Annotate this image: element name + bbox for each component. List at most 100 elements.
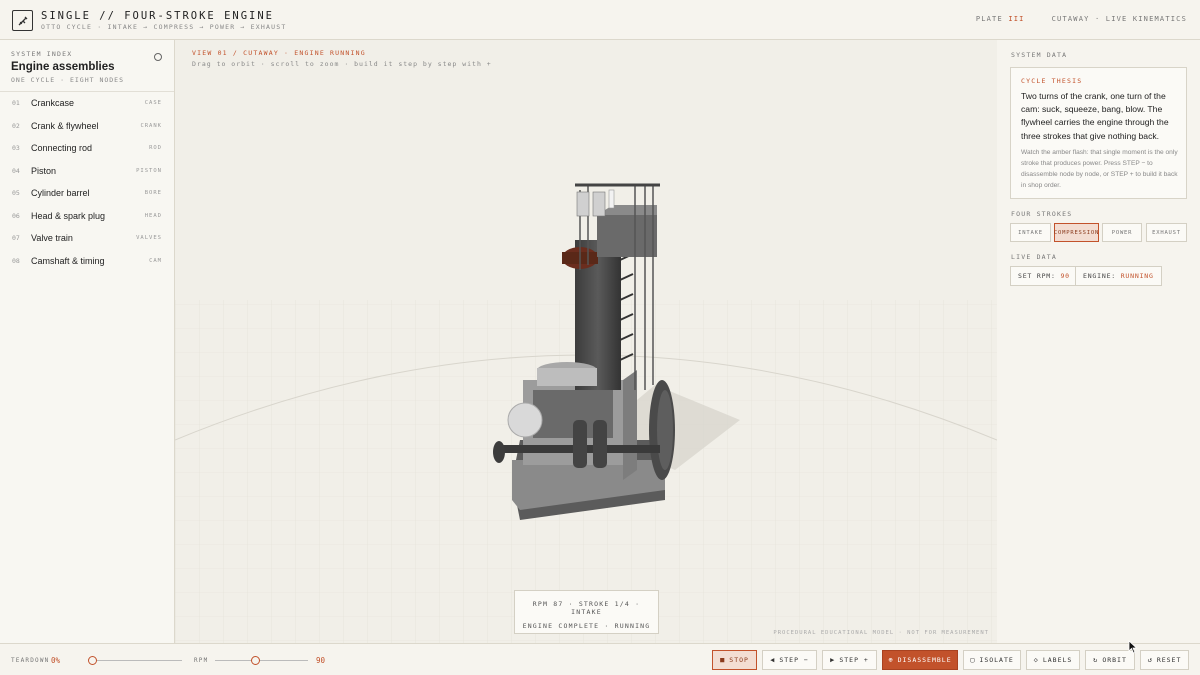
isolate-icon: ▢ bbox=[970, 656, 976, 664]
set-rpm-readout: SET RPM: 90 bbox=[1010, 266, 1078, 286]
item-name: Cylinder barrel bbox=[31, 188, 90, 198]
stop-icon: ■ bbox=[720, 656, 726, 664]
thesis-note: Watch the amber flash: that single momen… bbox=[1021, 149, 1178, 189]
stroke-power-button[interactable]: POWER bbox=[1102, 223, 1142, 242]
teardown-slider-thumb[interactable] bbox=[88, 656, 97, 665]
engine-state-value: RUNNING bbox=[1120, 272, 1154, 280]
item-tag: ROD bbox=[149, 145, 162, 151]
clock-icon[interactable] bbox=[154, 53, 162, 61]
disassemble-button[interactable]: ⊕ DISASSEMBLE bbox=[882, 650, 958, 670]
item-name: Crank & flywheel bbox=[31, 120, 99, 131]
status-readout: RPM 87 · STROKE 1/4 · INTAKE ENGINE COMP… bbox=[514, 590, 659, 634]
isolate-label: ISOLATE bbox=[979, 656, 1014, 664]
sidebar-title: Engine assemblies bbox=[11, 61, 115, 73]
sidebar-item-crank-flywheel[interactable]: 02 Crank & flywheel CRANK bbox=[0, 115, 174, 138]
app-logo-icon bbox=[12, 10, 33, 31]
sidebar-item-valve-train[interactable]: 07 Valve train VALVES bbox=[0, 227, 174, 250]
rpm-slider-thumb[interactable] bbox=[250, 656, 260, 665]
view-hint: Drag to orbit · scroll to zoom · build i… bbox=[192, 60, 492, 68]
sidebar-label: SYSTEM INDEX bbox=[11, 50, 73, 58]
teardown-slider-track[interactable] bbox=[92, 660, 182, 661]
sidebar-subtitle: ONE CYCLE · EIGHT NODES bbox=[11, 76, 125, 84]
labels-button[interactable]: ◇ LABELS bbox=[1026, 650, 1080, 670]
item-number: 06 bbox=[12, 211, 20, 220]
rpm-label: RPM bbox=[194, 657, 209, 664]
sidebar-item-connecting-rod[interactable]: 03 Connecting rod ROD bbox=[0, 137, 174, 160]
engine-state-label: ENGINE: bbox=[1083, 272, 1116, 280]
piston-skirt bbox=[537, 368, 597, 386]
crank-web bbox=[573, 420, 587, 468]
reset-button[interactable]: ↺ RESET bbox=[1140, 650, 1189, 670]
engine-3d-scene[interactable] bbox=[175, 40, 997, 643]
view-title: VIEW 01 / CUTAWAY · ENGINE RUNNING bbox=[192, 49, 366, 57]
assembly-list: 01 Crankcase CASE 02 Crank & flywheel CRANK … bbox=[0, 91, 174, 272]
view-mode: CUTAWAY · LIVE KINEMATICS bbox=[1051, 15, 1187, 23]
step-forward-label: STEP + bbox=[839, 656, 869, 664]
stop-label: STOP bbox=[729, 656, 749, 664]
teardown-value: 0% bbox=[51, 656, 61, 665]
rpm-slider-track[interactable] bbox=[215, 660, 308, 661]
cylinder-head bbox=[597, 215, 657, 257]
rpm-value: 90 bbox=[316, 656, 326, 665]
live-data-label: LIVE DATA bbox=[1011, 253, 1058, 261]
item-number: 02 bbox=[12, 121, 20, 130]
item-tag: VALVES bbox=[136, 235, 162, 241]
stop-button[interactable]: ■ STOP bbox=[712, 650, 757, 670]
item-tag: BORE bbox=[144, 190, 162, 196]
spark-plug bbox=[608, 189, 615, 209]
reset-label: RESET bbox=[1156, 656, 1182, 664]
stroke-compression-button[interactable]: COMPRESSION bbox=[1054, 223, 1099, 242]
flywheel-face bbox=[657, 390, 673, 470]
item-name: Piston bbox=[31, 165, 57, 176]
plate-info: PLATE III CUTAWAY · LIVE KINEMATICS bbox=[976, 15, 1187, 23]
crank-web-2 bbox=[593, 420, 607, 468]
item-tag: HEAD bbox=[144, 212, 162, 219]
reset-icon: ↺ bbox=[1147, 656, 1153, 664]
item-number: 08 bbox=[12, 256, 20, 265]
sidebar-item-piston[interactable]: 04 Piston PISTON bbox=[0, 160, 174, 183]
item-tag: CASE bbox=[144, 100, 162, 106]
crank-pulley bbox=[493, 441, 505, 463]
plate-label: PLATE bbox=[975, 15, 1003, 23]
timing-gear bbox=[507, 402, 543, 438]
step-forward-icon: ▶ bbox=[830, 656, 836, 664]
status-line-rpm: RPM 87 · STROKE 1/4 · INTAKE bbox=[532, 600, 641, 616]
step-back-button[interactable]: ◀ STEP − bbox=[762, 650, 817, 670]
disclaimer-note: PROCEDURAL EDUCATIONAL MODEL · NOT FOR M… bbox=[773, 630, 989, 636]
item-name: Connecting rod bbox=[31, 143, 93, 153]
labels-label: LABELS bbox=[1042, 656, 1073, 664]
item-name: Camshaft & timing bbox=[31, 255, 105, 266]
thesis-text: Two turns of the crank, one turn of the … bbox=[1021, 91, 1169, 141]
status-line-engine: ENGINE COMPLETE · RUNNING bbox=[522, 622, 651, 630]
control-bar: TEARDOWN 0% RPM 90 ■ STOP ◀ STEP − ▶ STEP +… bbox=[0, 643, 1200, 675]
item-number: 03 bbox=[12, 144, 20, 152]
disassemble-icon: ⊕ bbox=[888, 656, 894, 664]
step-back-label: STEP − bbox=[779, 656, 809, 664]
set-rpm-label: SET RPM: bbox=[1018, 272, 1056, 280]
mouse-cursor-icon bbox=[1128, 640, 1138, 654]
sidebar-item-head-spark-plug[interactable]: 06 Head & spark plug HEAD bbox=[0, 205, 174, 228]
top-bar: SINGLE // FOUR-STROKE ENGINE OTTO CYCLE … bbox=[0, 0, 1200, 40]
item-number: 05 bbox=[12, 189, 20, 197]
isolate-button[interactable]: ▢ ISOLATE bbox=[963, 650, 1021, 670]
item-name: Head & spark plug bbox=[31, 210, 106, 221]
item-tag: PISTON bbox=[136, 167, 162, 174]
stroke-exhaust-button[interactable]: EXHAUST bbox=[1146, 223, 1187, 242]
sidebar-item-cylinder-barrel[interactable]: 05 Cylinder barrel BORE bbox=[0, 182, 174, 205]
item-name: Crankcase bbox=[31, 98, 75, 108]
stroke-intake-button[interactable]: INTAKE bbox=[1010, 223, 1051, 242]
teardown-label: TEARDOWN bbox=[11, 657, 50, 664]
disassemble-label: DISASSEMBLE bbox=[897, 656, 952, 664]
set-rpm-value: 90 bbox=[1060, 272, 1070, 280]
3d-viewport[interactable]: VIEW 01 / CUTAWAY · ENGINE RUNNING Drag … bbox=[175, 40, 997, 643]
thesis-label: CYCLE THESIS bbox=[1021, 77, 1083, 85]
step-forward-button[interactable]: ▶ STEP + bbox=[822, 650, 877, 670]
sidebar-item-crankcase[interactable]: 01 Crankcase CASE bbox=[0, 92, 174, 115]
cycle-thesis-card: CYCLE THESIS Two turns of the crank, one… bbox=[1010, 67, 1187, 199]
system-data-panel: SYSTEM DATA CYCLE THESIS Two turns of th… bbox=[997, 40, 1200, 643]
item-number: 04 bbox=[12, 166, 20, 175]
engine-state-readout: ENGINE: RUNNING bbox=[1075, 266, 1162, 286]
sidebar-item-camshaft-timing[interactable]: 08 Camshaft & timing CAM bbox=[0, 250, 174, 273]
app-subtitle: OTTO CYCLE · INTAKE → COMPRESS → POWER →… bbox=[41, 23, 287, 31]
item-tag: CAM bbox=[149, 257, 162, 264]
